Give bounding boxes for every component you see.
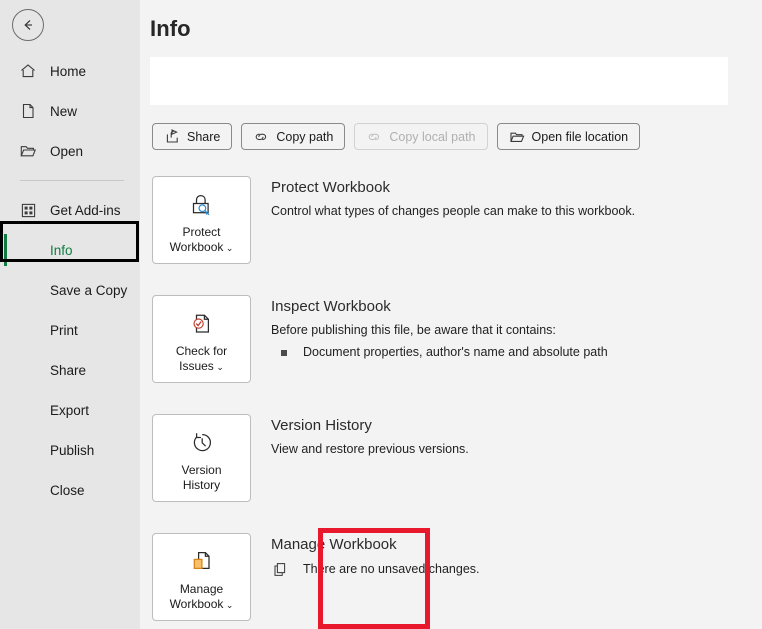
- chevron-down-icon: ⌄: [213, 362, 224, 372]
- button-label: Copy path: [276, 129, 334, 144]
- card-button-label: Version History: [156, 463, 248, 493]
- manage-workbook-button[interactable]: Manage Workbook ⌄: [152, 533, 251, 621]
- unsaved-changes-status: There are no unsaved changes.: [271, 560, 480, 578]
- file-actions-toolbar: Share Copy path Copy local path Open fil…: [152, 123, 641, 150]
- section-title: Inspect Workbook: [271, 298, 391, 315]
- sidebar-item-home[interactable]: Home: [0, 51, 140, 91]
- back-button[interactable]: [12, 9, 44, 41]
- sidebar-item-label: Print: [50, 322, 78, 338]
- sidebar-divider: [20, 180, 124, 181]
- inspect-bullet-item: Document properties, author's name and a…: [271, 345, 608, 359]
- selection-accent-bar: [4, 234, 7, 266]
- chevron-down-icon: ⌄: [223, 243, 234, 253]
- section-description: Control what types of changes people can…: [271, 204, 636, 218]
- new-doc-icon: [18, 101, 38, 121]
- copy-path-button[interactable]: Copy path: [241, 123, 346, 150]
- filename-panel: [150, 57, 728, 105]
- version-history-button[interactable]: Version History: [152, 414, 251, 502]
- section-description: View and restore previous versions.: [271, 442, 469, 456]
- card-button-label: Check for Issues ⌄: [156, 344, 248, 375]
- sidebar-item-label: Export: [50, 402, 90, 418]
- document-check-icon: [187, 309, 217, 339]
- folder-open-icon: [18, 141, 38, 161]
- section-body: Version History View and restore previou…: [271, 414, 469, 458]
- card-button-label: Protect Workbook ⌄: [156, 225, 248, 256]
- info-pane: Info Share Copy path Copy local path Ope…: [140, 0, 762, 629]
- card-label-line1: Check for: [175, 344, 228, 358]
- check-for-issues-button[interactable]: Check for Issues ⌄: [152, 295, 251, 383]
- status-text: There are no unsaved changes.: [303, 562, 480, 576]
- folder-open-icon: [509, 129, 525, 145]
- sidebar-item-export[interactable]: Export: [0, 390, 140, 430]
- share-button[interactable]: Share: [152, 123, 233, 150]
- chevron-down-icon: ⌄: [223, 600, 234, 610]
- section-title: Version History: [271, 417, 372, 434]
- bullet-text: Document properties, author's name and a…: [303, 345, 608, 359]
- link-icon: [366, 129, 382, 145]
- card-label-line1: Version: [181, 463, 222, 477]
- sidebar-item-label: New: [50, 103, 78, 119]
- card-label-line2: Workbook: [169, 597, 224, 611]
- unsaved-docs-icon: [271, 560, 289, 578]
- card-label-line1: Manage: [179, 582, 224, 596]
- card-label-line2: Issues: [179, 359, 214, 373]
- history-clock-icon: [187, 428, 217, 458]
- sidebar-item-share[interactable]: Share: [0, 350, 140, 390]
- manage-docs-icon: [187, 547, 217, 577]
- section-description: Before publishing this file, be aware th…: [271, 323, 556, 337]
- card-label-line2: Workbook: [169, 240, 224, 254]
- sidebar-item-info[interactable]: Info: [0, 230, 140, 270]
- sidebar-item-label: Home: [50, 63, 87, 79]
- section-body: Inspect Workbook Before publishing this …: [271, 295, 608, 359]
- lock-key-icon: [187, 190, 217, 220]
- bullet-square-icon: [281, 350, 287, 356]
- sidebar-item-open[interactable]: Open: [0, 131, 140, 171]
- protect-workbook-button[interactable]: Protect Workbook ⌄: [152, 176, 251, 264]
- section-body: Protect Workbook Control what types of c…: [271, 176, 635, 220]
- button-label: Open file location: [531, 129, 629, 144]
- button-label: Share: [187, 129, 221, 144]
- sidebar-item-label: Share: [50, 362, 87, 378]
- back-arrow-icon: [19, 16, 37, 34]
- sidebar-item-label: Publish: [50, 442, 95, 458]
- backstage-view: Home New Open Get Add-ins Info Save a Co…: [0, 0, 762, 629]
- home-icon: [18, 61, 38, 81]
- card-button-label: Manage Workbook ⌄: [156, 582, 248, 613]
- page-title: Info: [150, 16, 191, 41]
- add-ins-icon: [18, 200, 38, 220]
- sidebar-item-save-a-copy[interactable]: Save a Copy: [0, 270, 140, 310]
- sidebar-item-close[interactable]: Close: [0, 470, 140, 510]
- sidebar-item-publish[interactable]: Publish: [0, 430, 140, 470]
- share-icon: [164, 129, 180, 145]
- sidebar-item-label: Get Add-ins: [50, 202, 121, 218]
- sidebar-nav-list: Home New Open Get Add-ins Info Save a Co…: [0, 51, 140, 510]
- card-label-line2: History: [182, 478, 221, 492]
- backstage-sidebar: Home New Open Get Add-ins Info Save a Co…: [0, 0, 140, 629]
- manage-workbook-section: Manage Workbook ⌄ Manage Workbook There …: [152, 533, 480, 621]
- sidebar-item-label: Info: [50, 242, 73, 258]
- sidebar-item-label: Close: [50, 482, 85, 498]
- card-label-line1: Protect: [182, 225, 221, 239]
- version-history-section: Version History Version History View and…: [152, 414, 469, 502]
- copy-local-path-button: Copy local path: [354, 123, 488, 150]
- sidebar-item-new[interactable]: New: [0, 91, 140, 131]
- link-icon: [253, 129, 269, 145]
- section-title: Protect Workbook: [271, 179, 390, 196]
- inspect-workbook-section: Check for Issues ⌄ Inspect Workbook Befo…: [152, 295, 608, 383]
- protect-workbook-section: Protect Workbook ⌄ Protect Workbook Cont…: [152, 176, 635, 264]
- sidebar-item-print[interactable]: Print: [0, 310, 140, 350]
- button-label: Copy local path: [389, 129, 476, 144]
- sidebar-item-label: Open: [50, 143, 84, 159]
- section-body: Manage Workbook There are no unsaved cha…: [271, 533, 480, 578]
- section-title: Manage Workbook: [271, 536, 397, 553]
- open-file-location-button[interactable]: Open file location: [496, 123, 641, 150]
- sidebar-item-label: Save a Copy: [50, 282, 128, 298]
- sidebar-item-get-add-ins[interactable]: Get Add-ins: [0, 190, 140, 230]
